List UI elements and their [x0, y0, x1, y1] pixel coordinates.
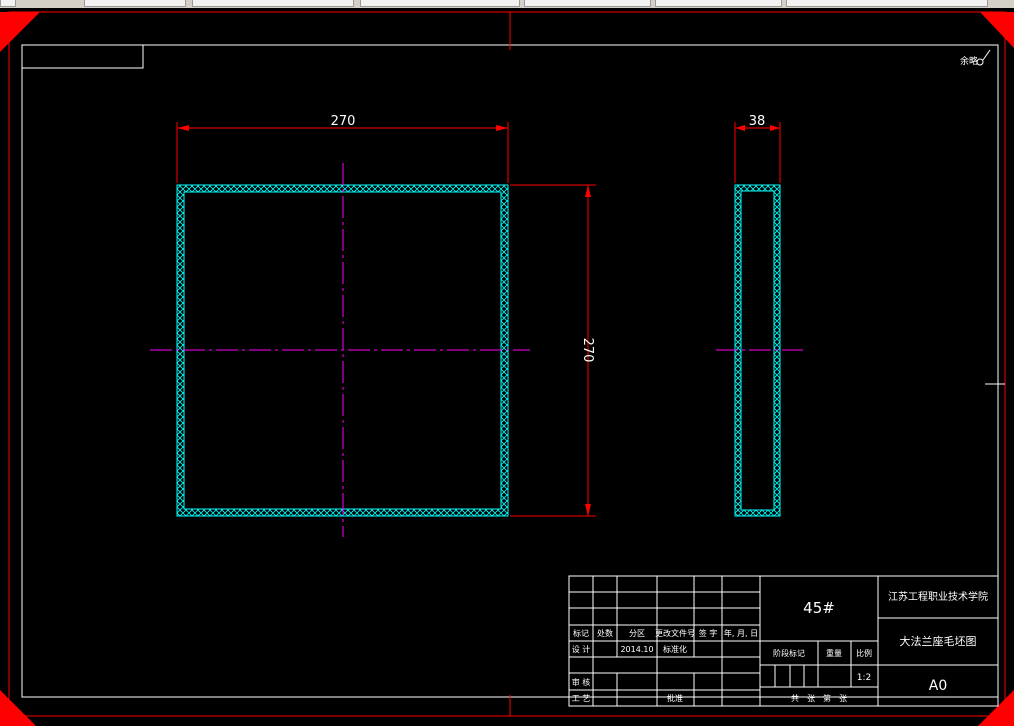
side-view [716, 184, 803, 517]
review-label: 审 核 [572, 677, 591, 687]
drawing-title: 大法兰座毛坯图 [900, 634, 977, 648]
rev-header-zone: 分区 [629, 629, 645, 638]
surface-finish-symbol [976, 49, 991, 66]
corner-marker-bottom-right [978, 690, 1014, 726]
corner-marker-top-left [0, 12, 40, 52]
design-date: 2014.10 [620, 645, 653, 654]
design-label: 设 计 [572, 644, 591, 654]
inner-frame-border [21, 44, 999, 698]
corner-marker-top-right [980, 12, 1014, 48]
document-tab[interactable] [0, 0, 16, 7]
front-height-value: 270 [580, 338, 595, 363]
school-name: 江苏工程职业技术学院 [888, 590, 988, 603]
rev-header-count: 处数 [597, 628, 613, 638]
window-tab-strip [0, 0, 1014, 8]
rev-header-sign: 签 字 [699, 628, 718, 638]
drawing-canvas[interactable]: 余略 270 270 38 标记 处数 分区 更改文件号 签 字 年, 月, 日… [0, 8, 1014, 726]
standardization-label: 标准化 [663, 644, 687, 654]
sheet-size: A0 [929, 678, 947, 694]
rev-header-doc: 更改文件号 [655, 628, 695, 638]
scale-label: 比例 [856, 648, 872, 658]
part-number: 45# [803, 599, 835, 617]
document-tab[interactable] [360, 0, 520, 7]
weight-label: 重量 [826, 648, 842, 658]
top-left-label-box [21, 44, 144, 69]
scale-value: 1:2 [857, 673, 871, 683]
document-tab[interactable] [192, 0, 354, 7]
front-view [150, 163, 530, 537]
rev-header-mark: 标记 [573, 628, 589, 638]
document-tab[interactable] [786, 0, 988, 7]
process-label: 工 艺 [572, 694, 591, 703]
title-block-text: 标记 处数 分区 更改文件号 签 字 年, 月, 日 设 计 2014.10 标… [572, 590, 988, 703]
front-width-value: 270 [331, 114, 356, 129]
document-tab[interactable] [655, 0, 782, 7]
dimension-side-thickness: 38 [734, 114, 781, 183]
corner-marker-bottom-left [0, 690, 36, 726]
document-tab[interactable] [524, 0, 651, 7]
sheets-label: 共 张 第 张 [791, 693, 847, 703]
surface-finish-note: 余略 [960, 55, 978, 67]
approval-label: 批准 [667, 693, 683, 703]
stage-label: 阶段标记 [773, 648, 805, 658]
side-thickness-value: 38 [749, 114, 766, 129]
rev-header-date: 年, 月, 日 [724, 628, 758, 638]
document-tab[interactable] [84, 0, 186, 7]
